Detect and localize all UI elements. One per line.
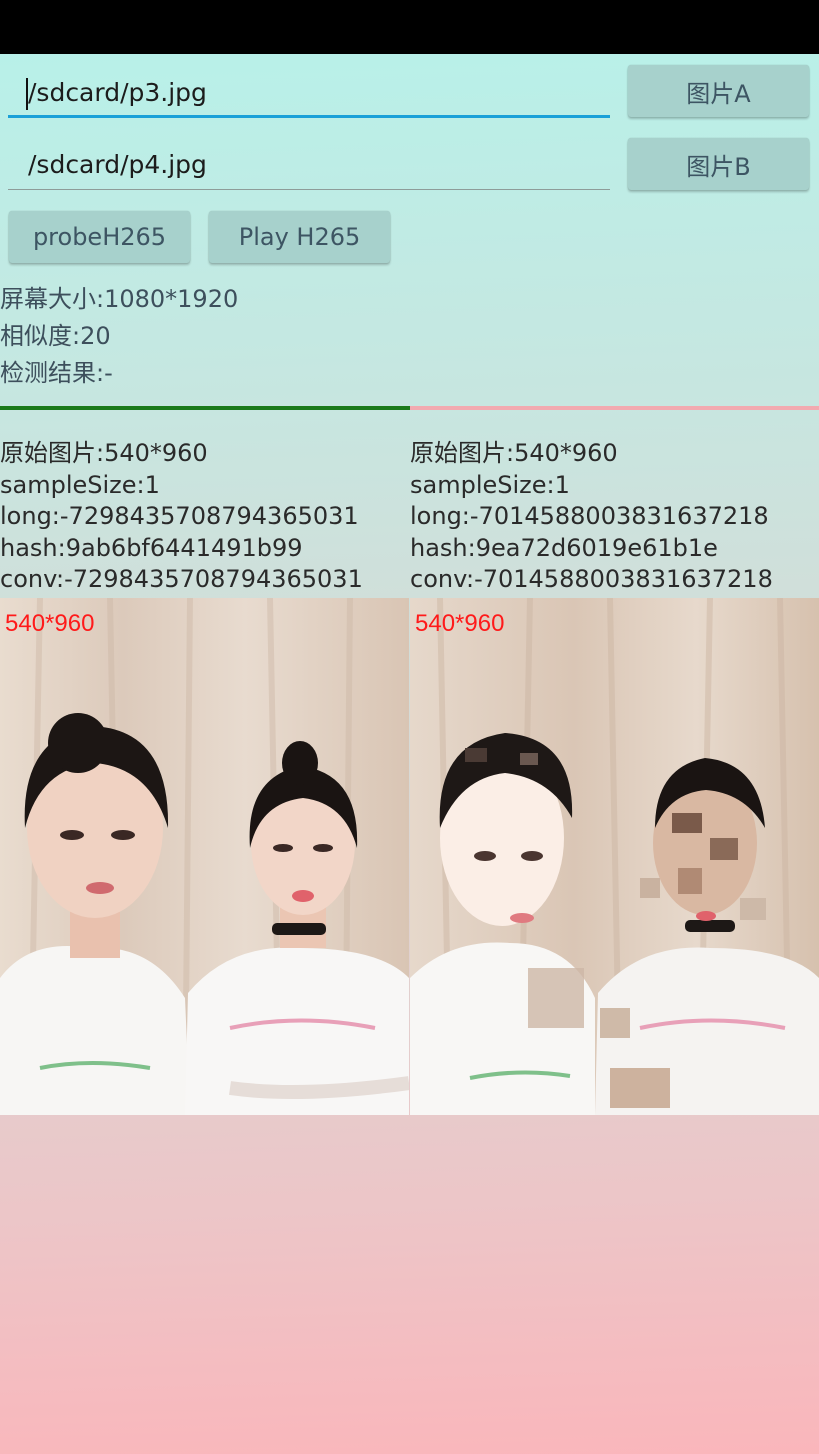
status-bar — [0, 0, 819, 54]
image-b-preview: 540*960 — [410, 598, 819, 1115]
path-a-value: /sdcard/p3.jpg — [28, 78, 207, 107]
similarity-bar-fill — [0, 406, 410, 410]
screen-size-text: 屏幕大小:1080*1920 — [0, 285, 239, 313]
detect-result-text: 检测结果:- — [0, 359, 113, 387]
probe-h265-button[interactable]: probeH265 — [9, 211, 190, 263]
similarity-bar-track — [410, 406, 819, 410]
pick-image-a-button[interactable]: 图片A — [628, 65, 809, 117]
image-a-hash: hash:9ab6bf6441491b99 — [0, 533, 303, 562]
image-a-sample-size: sampleSize:1 — [0, 470, 160, 499]
pick-image-b-button[interactable]: 图片B — [628, 138, 809, 190]
image-b-info: 原始图片:540*960 sampleSize:1 long:-70145880… — [410, 438, 819, 596]
path-a-input[interactable]: /sdcard/p3.jpg — [8, 58, 610, 118]
similarity-text: 相似度:20 — [0, 322, 111, 350]
path-a-underline — [8, 115, 610, 118]
image-a-long: long:-7298435708794365031 — [0, 502, 359, 531]
image-a-info: 原始图片:540*960 sampleSize:1 long:-72984357… — [0, 438, 409, 596]
path-b-underline — [8, 189, 610, 190]
image-a-photo — [0, 598, 409, 1115]
text-cursor — [26, 78, 28, 110]
image-a-preview: 540*960 — [0, 598, 409, 1115]
image-b-long: long:-7014588003831637218 — [410, 502, 769, 531]
image-b-photo — [410, 598, 819, 1115]
image-b-hash: hash:9ea72d6019e61b1e — [410, 533, 718, 562]
image-b-original-size: 原始图片:540*960 — [410, 439, 618, 467]
path-b-value: /sdcard/p4.jpg — [28, 150, 207, 179]
path-b-input[interactable]: /sdcard/p4.jpg — [8, 130, 610, 190]
image-b-sample-size: sampleSize:1 — [410, 470, 570, 499]
image-b-dimension-label: 540*960 — [415, 610, 505, 637]
image-a-dimension-label: 540*960 — [5, 610, 95, 637]
image-a-original-size: 原始图片:540*960 — [0, 439, 208, 467]
play-h265-button[interactable]: Play H265 — [209, 211, 390, 263]
image-b-conv: conv:-7014588003831637218 — [410, 565, 773, 594]
image-a-conv: conv:-7298435708794365031 — [0, 565, 363, 594]
